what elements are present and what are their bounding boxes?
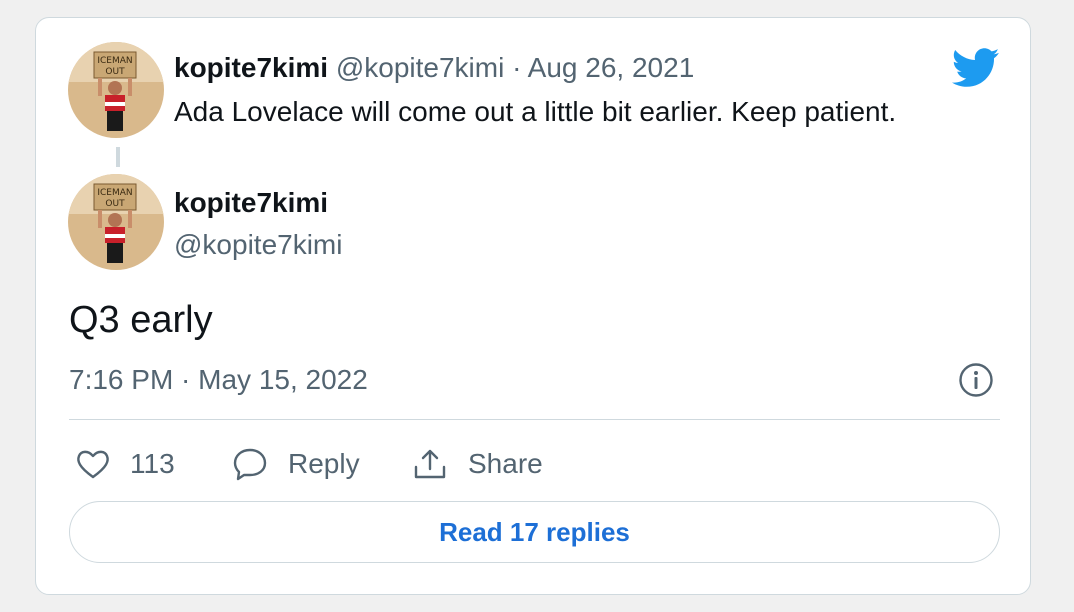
reply-label: Reply bbox=[288, 448, 360, 479]
quoted-handle[interactable]: @kopite7kimi bbox=[336, 52, 504, 83]
avatar-sign-line1: ICEMAN bbox=[97, 56, 132, 66]
heart-icon bbox=[77, 450, 109, 479]
quoted-date[interactable]: Aug 26, 2021 bbox=[528, 52, 695, 83]
tweet-timestamp[interactable]: 7:16 PM · May 15, 2022 bbox=[69, 364, 368, 396]
twitter-bird-icon[interactable] bbox=[951, 48, 1000, 88]
avatar-sign-line2: OUT bbox=[105, 199, 125, 209]
quoted-display-name[interactable]: kopite7kimi bbox=[174, 52, 328, 83]
like-count: 113 bbox=[130, 448, 175, 479]
author-display-name[interactable]: kopite7kimi bbox=[174, 187, 328, 219]
avatar-sign-line2: OUT bbox=[105, 67, 125, 77]
tweet-embed-card: ICEMAN OUT kopite7kimi @kopite7kimi · Au… bbox=[35, 17, 1031, 595]
avatar[interactable]: ICEMAN OUT bbox=[68, 174, 164, 270]
share-icon bbox=[414, 449, 446, 479]
info-icon[interactable] bbox=[958, 362, 994, 398]
share-label: Share bbox=[468, 448, 543, 479]
divider bbox=[69, 419, 1000, 420]
quoted-tweet-header: kopite7kimi @kopite7kimi · Aug 26, 2021 bbox=[174, 52, 694, 84]
avatar-sign-line1: ICEMAN bbox=[97, 188, 132, 198]
avatar[interactable]: ICEMAN OUT bbox=[68, 42, 164, 138]
tweet-text: Q3 early bbox=[69, 299, 213, 341]
quoted-separator: · bbox=[512, 52, 522, 83]
like-button[interactable]: 113 bbox=[76, 444, 175, 484]
author-handle[interactable]: @kopite7kimi bbox=[174, 229, 342, 261]
thread-connector-line bbox=[116, 147, 120, 167]
share-button[interactable]: Share bbox=[412, 444, 543, 484]
speech-bubble-icon bbox=[233, 448, 267, 481]
reply-button[interactable]: Reply bbox=[232, 444, 360, 484]
quoted-tweet-text: Ada Lovelace will come out a little bit … bbox=[174, 96, 897, 127]
read-replies-button[interactable]: Read 17 replies bbox=[69, 501, 1000, 563]
